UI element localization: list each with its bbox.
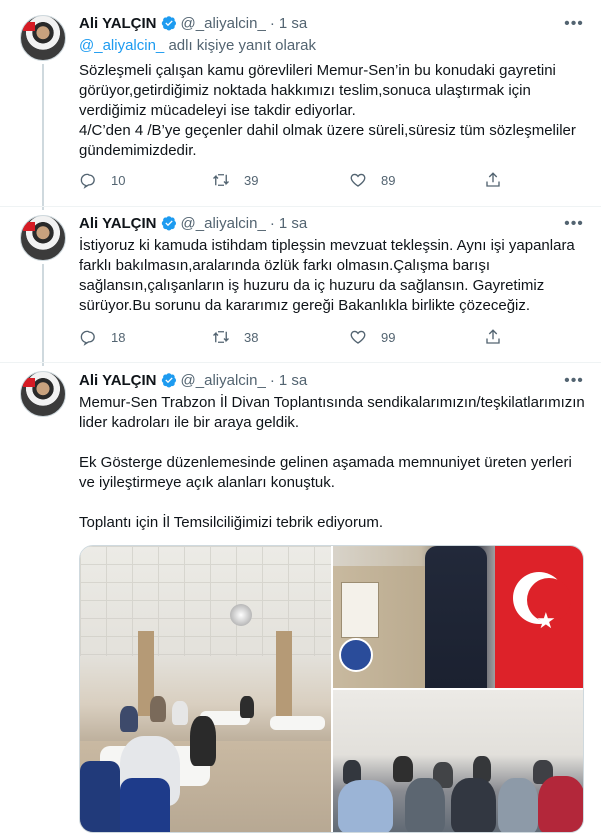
- reply-context: @_aliyalcin_ adlı kişiye yanıt olarak: [79, 37, 316, 54]
- like-button[interactable]: 99: [349, 328, 395, 346]
- reply-icon: [80, 173, 95, 189]
- retweet-button[interactable]: 38: [212, 328, 258, 346]
- share-icon: [486, 172, 500, 187]
- reply-button[interactable]: 10: [79, 171, 125, 189]
- avatar[interactable]: [20, 215, 66, 261]
- verified-badge-icon: [161, 16, 176, 31]
- more-icon[interactable]: •••: [563, 373, 585, 393]
- like-count: 99: [381, 329, 396, 345]
- reply-context-label: adlı kişiye yanıt olarak: [164, 37, 317, 54]
- photo-audience[interactable]: [333, 690, 583, 832]
- share-icon: [486, 329, 500, 344]
- retweet-button[interactable]: 39: [212, 171, 258, 189]
- avatar[interactable]: [20, 15, 66, 61]
- timestamp[interactable]: 1 sa: [279, 215, 307, 232]
- share-button[interactable]: [484, 328, 516, 346]
- display-name[interactable]: Ali YALÇIN: [79, 372, 157, 389]
- retweet-count: 39: [244, 172, 259, 188]
- thread-line: [42, 64, 44, 210]
- handle[interactable]: @_aliyalcin_: [181, 15, 266, 32]
- like-count: 89: [381, 172, 396, 188]
- display-name[interactable]: Ali YALÇIN: [79, 15, 157, 32]
- logo: [339, 638, 373, 672]
- handle[interactable]: @_aliyalcin_: [181, 215, 266, 232]
- reply-button[interactable]: 18: [79, 328, 125, 346]
- more-icon[interactable]: •••: [563, 216, 585, 236]
- avatar[interactable]: [20, 371, 66, 417]
- retweet-icon: [213, 174, 229, 186]
- separator-dot: ·: [269, 371, 275, 389]
- tweet-header: Ali YALÇIN @_aliyalcin_ · 1 sa: [79, 13, 307, 33]
- verified-badge-icon: [161, 216, 176, 231]
- tweet-actions: 10 39 89: [79, 171, 509, 191]
- photo-podium[interactable]: ★: [333, 546, 583, 688]
- handle[interactable]: @_aliyalcin_: [181, 372, 266, 389]
- heart-icon: [350, 173, 366, 187]
- tweet-actions: 18 38 99: [79, 328, 509, 348]
- tweet-text: Memur-Sen Trabzon İl Divan Toplantısında…: [79, 394, 585, 531]
- tweet-text: Sözleşmeli çalışan kamu görevlileri Memu…: [79, 62, 576, 159]
- more-icon[interactable]: •••: [563, 16, 585, 36]
- like-button[interactable]: 89: [349, 171, 395, 189]
- media-grid: ★: [79, 545, 584, 833]
- heart-icon: [350, 330, 366, 344]
- tweet-text: İstiyoruz ki kamuda istihdam tipleşsin m…: [79, 237, 579, 314]
- timestamp[interactable]: 1 sa: [279, 15, 307, 32]
- reply-icon: [80, 330, 95, 346]
- share-button[interactable]: [484, 171, 516, 189]
- separator-dot: ·: [269, 14, 275, 32]
- retweet-icon: [213, 331, 229, 343]
- timestamp[interactable]: 1 sa: [279, 372, 307, 389]
- tweet-header: Ali YALÇIN @_aliyalcin_ · 1 sa: [79, 213, 307, 233]
- separator-dot: ·: [269, 214, 275, 232]
- reply-count: 10: [111, 172, 126, 188]
- divider: [0, 206, 601, 207]
- divider: [0, 362, 601, 363]
- verified-badge-icon: [161, 373, 176, 388]
- thread-line: [42, 264, 44, 366]
- tweet-header: Ali YALÇIN @_aliyalcin_ · 1 sa: [79, 370, 307, 390]
- chandelier: [230, 604, 252, 626]
- reply-to-link[interactable]: @_aliyalcin_: [79, 37, 164, 54]
- retweet-count: 38: [244, 329, 259, 345]
- photo-meeting-hall[interactable]: [80, 546, 331, 832]
- reply-count: 18: [111, 329, 126, 345]
- display-name[interactable]: Ali YALÇIN: [79, 215, 157, 232]
